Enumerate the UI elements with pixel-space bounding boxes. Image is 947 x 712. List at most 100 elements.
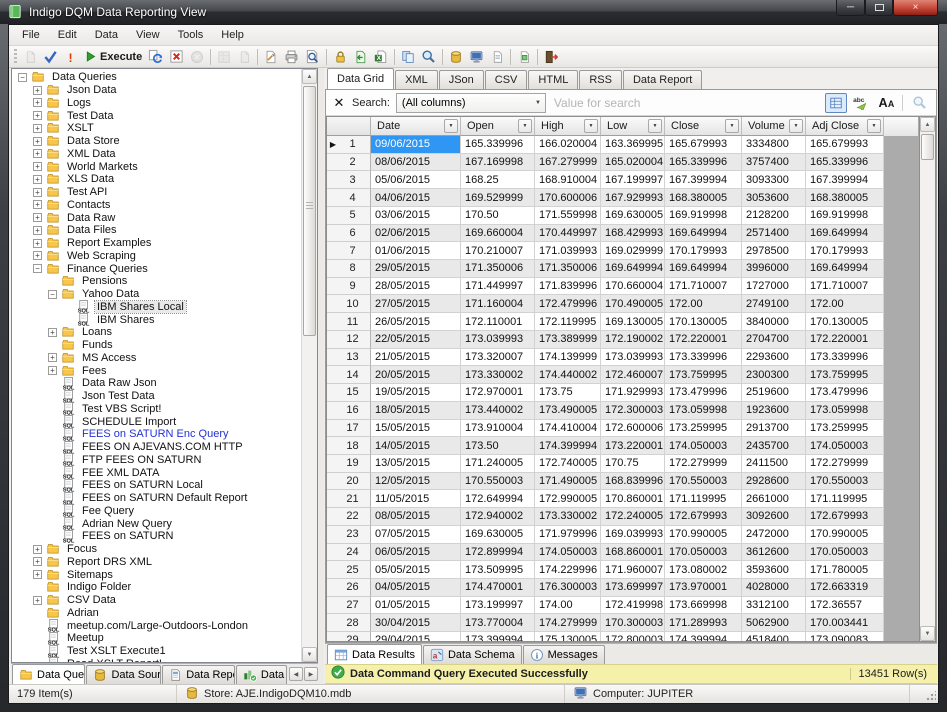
cell-low[interactable]: 172.419998 bbox=[601, 597, 665, 615]
row-header[interactable]: 13 bbox=[327, 349, 371, 367]
tree-item-label[interactable]: IBM Shares Local bbox=[95, 301, 186, 313]
tab-csv[interactable]: CSV bbox=[485, 70, 528, 89]
exit-button[interactable] bbox=[541, 47, 561, 67]
row-header[interactable]: 7 bbox=[327, 242, 371, 260]
tree-item-xml-data[interactable]: +XML Data bbox=[14, 148, 300, 161]
cell-high[interactable]: 174.399994 bbox=[535, 437, 601, 455]
row-header[interactable]: 12 bbox=[327, 331, 371, 349]
cell-adj-close[interactable]: 172.279999 bbox=[806, 455, 884, 473]
cell-adj-close[interactable]: 170.550003 bbox=[806, 473, 884, 491]
tree-item-data-raw-json[interactable]: SQLData Raw Json bbox=[14, 377, 300, 390]
minimize-button[interactable]: ─ bbox=[836, 0, 865, 16]
cell-close[interactable]: 168.380005 bbox=[665, 189, 742, 207]
cell-open[interactable]: 173.330002 bbox=[461, 366, 535, 384]
cell-adj-close[interactable]: 171.119995 bbox=[806, 490, 884, 508]
column-filter-icon[interactable]: ▼ bbox=[518, 119, 532, 133]
expand-icon[interactable]: + bbox=[33, 200, 42, 209]
tree-item-yahoo-data[interactable]: −Yahoo Data bbox=[14, 288, 300, 301]
row-header[interactable]: 5 bbox=[327, 207, 371, 225]
tree-item-adrian[interactable]: Adrian bbox=[14, 607, 300, 620]
copy-button[interactable] bbox=[398, 47, 418, 67]
tree-item-finance-queries[interactable]: −Finance Queries bbox=[14, 262, 300, 275]
cell-high[interactable]: 172.119995 bbox=[535, 313, 601, 331]
cell-low[interactable]: 171.929993 bbox=[601, 384, 665, 402]
tree-item-label[interactable]: Data Raw bbox=[65, 212, 117, 224]
row-header[interactable]: 24 bbox=[327, 544, 371, 562]
tree-item-label[interactable]: meetup.com/Large-Outdoors-London bbox=[65, 620, 250, 632]
highlight-results-button[interactable] bbox=[825, 93, 847, 113]
expand-icon[interactable]: + bbox=[33, 188, 42, 197]
cell-close[interactable]: 173.479996 bbox=[665, 384, 742, 402]
cell-low[interactable]: 168.839996 bbox=[601, 473, 665, 491]
cell-date[interactable]: 02/06/2015 bbox=[371, 225, 461, 243]
cell-low[interactable]: 169.039993 bbox=[601, 526, 665, 544]
cell-date[interactable]: 06/05/2015 bbox=[371, 544, 461, 562]
tree-item-label[interactable]: Adrian New Query bbox=[80, 518, 174, 530]
row-header[interactable]: 25 bbox=[327, 561, 371, 579]
cell-adj-close[interactable]: 170.990005 bbox=[806, 526, 884, 544]
column-header-low[interactable]: Low▼ bbox=[601, 117, 665, 136]
cell-adj-close[interactable]: 171.780005 bbox=[806, 561, 884, 579]
tree-item-test-api[interactable]: +Test API bbox=[14, 186, 300, 199]
tree-item-test-vbs-script[interactable]: SQLTest VBS Script! bbox=[14, 403, 300, 416]
cell-volume[interactable]: 2704700 bbox=[742, 331, 806, 349]
cell-adj-close[interactable]: 165.339996 bbox=[806, 154, 884, 172]
cell-adj-close[interactable]: 168.380005 bbox=[806, 189, 884, 207]
cell-date[interactable]: 26/05/2015 bbox=[371, 313, 461, 331]
tab-data-report[interactable]: Data Report bbox=[623, 70, 702, 89]
tree-item-fees-on-saturn-local[interactable]: SQLFEES on SATURN Local bbox=[14, 479, 300, 492]
cell-volume[interactable]: 2472000 bbox=[742, 526, 806, 544]
cell-adj-close[interactable]: 172.220001 bbox=[806, 331, 884, 349]
grid-scrollbar-thumb[interactable] bbox=[921, 134, 934, 160]
cell-volume[interactable]: 1923600 bbox=[742, 402, 806, 420]
cell-date[interactable]: 29/04/2015 bbox=[371, 632, 461, 641]
tree-item-label[interactable]: IBM Shares bbox=[95, 314, 156, 326]
tree-item-ibm-shares[interactable]: SQLIBM Shares bbox=[14, 313, 300, 326]
cell-high[interactable]: 170.600006 bbox=[535, 189, 601, 207]
cell-low[interactable]: 168.429993 bbox=[601, 225, 665, 243]
search-column-select[interactable]: (All columns) ▼ bbox=[396, 93, 546, 113]
tree-item-label[interactable]: SCHEDULE Import bbox=[80, 416, 178, 428]
tree-item-label[interactable]: Funds bbox=[80, 339, 115, 351]
tree-item-label[interactable]: FEES on SATURN bbox=[80, 530, 176, 542]
cell-low[interactable]: 172.240005 bbox=[601, 508, 665, 526]
cell-close[interactable]: 173.339996 bbox=[665, 349, 742, 367]
tab-html[interactable]: HTML bbox=[528, 70, 578, 89]
cell-open[interactable]: 173.199997 bbox=[461, 597, 535, 615]
cell-close[interactable]: 165.339996 bbox=[665, 154, 742, 172]
tree-item-fee-query[interactable]: SQLFee Query bbox=[14, 505, 300, 518]
cell-open[interactable]: 173.440002 bbox=[461, 402, 535, 420]
row-header[interactable]: 8 bbox=[327, 260, 371, 278]
expand-icon[interactable]: + bbox=[33, 557, 42, 566]
tree-item-focus[interactable]: +Focus bbox=[14, 543, 300, 556]
cell-high[interactable]: 176.300003 bbox=[535, 579, 601, 597]
cell-open[interactable]: 169.660004 bbox=[461, 225, 535, 243]
tree-item-label[interactable]: Report Examples bbox=[65, 237, 153, 249]
cell-close[interactable]: 170.179993 bbox=[665, 242, 742, 260]
cell-date[interactable]: 30/04/2015 bbox=[371, 614, 461, 632]
cell-open[interactable]: 171.160004 bbox=[461, 295, 535, 313]
incremental-search-button[interactable]: abc bbox=[850, 93, 872, 113]
row-header[interactable]: 6 bbox=[327, 225, 371, 243]
expand-icon[interactable]: + bbox=[33, 545, 42, 554]
cell-volume[interactable]: 3757400 bbox=[742, 154, 806, 172]
close-button[interactable]: × bbox=[893, 0, 938, 16]
cell-open[interactable]: 172.110001 bbox=[461, 313, 535, 331]
cell-adj-close[interactable]: 173.259995 bbox=[806, 420, 884, 438]
cell-high[interactable]: 171.039993 bbox=[535, 242, 601, 260]
expand-icon[interactable]: + bbox=[33, 98, 42, 107]
tab-json[interactable]: JSon bbox=[439, 70, 484, 89]
cell-close[interactable]: 171.710007 bbox=[665, 278, 742, 296]
tree-item-fee-xml-data[interactable]: SQLFEE XML DATA bbox=[14, 466, 300, 479]
row-header[interactable]: 4 bbox=[327, 189, 371, 207]
cell-low[interactable]: 169.130005 bbox=[601, 313, 665, 331]
tree-item-label[interactable]: FTP FEES ON SATURN bbox=[80, 454, 203, 466]
row-header[interactable]: 20 bbox=[327, 473, 371, 491]
column-header-open[interactable]: Open▼ bbox=[461, 117, 535, 136]
cell-high[interactable]: 174.229996 bbox=[535, 561, 601, 579]
tree-item-label[interactable]: Pensions bbox=[80, 275, 129, 287]
cell-close[interactable]: 174.399994 bbox=[665, 632, 742, 641]
cell-high[interactable]: 171.839996 bbox=[535, 278, 601, 296]
cell-date[interactable]: 18/05/2015 bbox=[371, 402, 461, 420]
row-header[interactable]: 15 bbox=[327, 384, 371, 402]
